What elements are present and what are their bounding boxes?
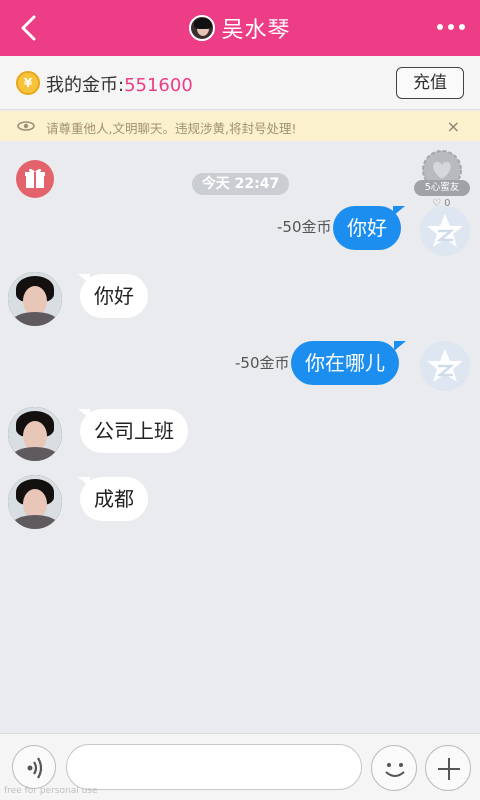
coin-bar: ¥ 我的金币:551600 充值	[0, 56, 480, 110]
coin-value: 551600	[124, 75, 193, 96]
message-bubble-contact[interactable]: 你好	[80, 274, 148, 318]
coin-label: 我的金币:	[46, 75, 125, 96]
bubble-tail	[393, 206, 405, 216]
message-bubble-self[interactable]: 你好	[333, 206, 401, 250]
qzone-star-icon	[427, 349, 463, 382]
message-cost: -50金币	[235, 354, 290, 372]
title-group: 吴水琴	[0, 0, 480, 56]
message-input[interactable]	[66, 744, 362, 790]
gift-icon	[25, 168, 45, 188]
contact-avatar[interactable]	[8, 272, 62, 326]
plus-button[interactable]	[425, 745, 471, 791]
gift-button[interactable]	[16, 160, 54, 198]
emoji-button[interactable]	[371, 745, 417, 791]
contact-avatar[interactable]	[8, 407, 62, 461]
close-icon[interactable]: ×	[447, 117, 460, 136]
watermark: free for personal use	[4, 786, 98, 796]
recharge-button[interactable]: 充值	[396, 67, 464, 99]
self-avatar[interactable]	[420, 341, 470, 391]
contact-avatar[interactable]	[8, 475, 62, 529]
more-options-icon[interactable]	[434, 14, 468, 40]
intimacy-badge[interactable]: 5心蜜友 ♡ 0	[414, 148, 472, 212]
message-bubble-contact[interactable]: 成都	[80, 477, 148, 521]
badge-label: 5心蜜友	[414, 180, 470, 196]
coin-balance: 我的金币:551600	[46, 71, 193, 97]
plus-icon	[438, 758, 460, 780]
message-cost: -50金币	[277, 218, 332, 236]
top-bar: 吴水琴	[0, 0, 480, 56]
self-avatar[interactable]	[420, 206, 470, 256]
qzone-star-icon	[427, 214, 463, 247]
notice-text: 请尊重他人,文明聊天。违规涉黄,将封号处理!	[46, 121, 297, 136]
message-bubble-contact[interactable]: 公司上班	[80, 409, 188, 453]
voice-icon	[27, 757, 43, 779]
voice-button[interactable]	[12, 745, 56, 789]
title-avatar[interactable]	[189, 15, 216, 41]
notice-bar: 请尊重他人,文明聊天。违规涉黄,将封号处理! ×	[0, 111, 480, 141]
message-bubble-self[interactable]: 你在哪儿	[291, 341, 399, 385]
page-title: 吴水琴	[221, 18, 291, 43]
coin-icon: ¥	[16, 71, 40, 95]
megaphone-icon	[17, 121, 35, 131]
smiley-icon	[385, 763, 405, 777]
timestamp-badge: 今天 22:47	[192, 173, 289, 195]
bubble-tail	[394, 341, 406, 351]
